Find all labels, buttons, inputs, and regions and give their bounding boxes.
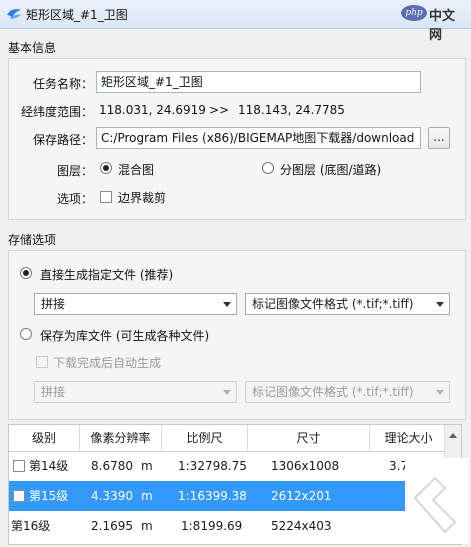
basic-info-section-label: 基本信息 — [8, 41, 57, 55]
clip-label[interactable]: 边界裁剪 — [118, 189, 166, 206]
row-scale: 1:32798.75 — [178, 459, 247, 473]
row-size: 5224x403 — [271, 519, 332, 533]
layer-label: 图层： — [56, 164, 93, 178]
library-mode-value: 拼接 — [41, 385, 66, 399]
range-arrow: >> — [209, 103, 230, 117]
library-mode-select[interactable]: 拼接 — [34, 381, 237, 403]
row-level: 第15级 — [29, 489, 69, 503]
options-label: 选项： — [56, 192, 93, 206]
row-level: 第14级 — [29, 459, 69, 473]
chevron-down-icon — [223, 390, 231, 395]
layer-mixed-radio[interactable] — [100, 162, 112, 174]
row-resolution: 2.1695 — [91, 519, 133, 533]
row-resolution: 8.6780 — [91, 459, 133, 473]
app-logo-icon — [7, 9, 21, 19]
direct-format-select[interactable]: 标记图像文件格式 (*.tif;*.tiff) — [245, 293, 450, 315]
layer-split-radio[interactable] — [262, 162, 274, 174]
library-file-radio[interactable] — [20, 328, 32, 340]
title-bar[interactable]: 矩形区域_#1_卫图 php 中文网 — [0, 0, 471, 43]
row-size: 2612x201 — [271, 489, 332, 503]
task-name-input[interactable]: 矩形区域_#1_卫图 — [96, 71, 421, 93]
watermark: php 中文网 — [401, 3, 463, 43]
chevron-down-icon — [436, 390, 444, 395]
clip-checkbox[interactable] — [100, 191, 112, 203]
column-header-size[interactable]: 尺寸 — [248, 425, 370, 451]
row-scale: 1:16399.38 — [178, 489, 247, 503]
direct-mode-select[interactable]: 拼接 — [34, 293, 237, 315]
table-header: 级别 像素分辨率 比例尺 尺寸 理论大小 — [9, 425, 461, 452]
storage-section-label: 存储选项 — [8, 233, 57, 247]
chevron-down-icon — [223, 302, 231, 307]
column-header-resolution[interactable]: 像素分辨率 — [80, 425, 162, 451]
direct-file-radio[interactable] — [20, 267, 32, 279]
range-label: 经纬度范围： — [20, 105, 93, 119]
row-unit: m — [141, 519, 153, 533]
window-title: 矩形区域_#1_卫图 — [26, 8, 128, 22]
column-header-theory-size[interactable]: 理论大小 — [370, 425, 447, 451]
row-resolution: 4.3390 — [91, 489, 133, 503]
range-to-value: 118.143, 24.7785 — [238, 103, 345, 117]
watermark-mark-icon — [413, 476, 457, 534]
row-unit: m — [141, 489, 153, 503]
auto-generate-label: 下载完成后自动生成 — [53, 356, 162, 370]
table-row-selected[interactable]: 第15级 4.3390 m 1:16399.38 2612x201 — [9, 481, 461, 511]
table-row[interactable]: 第14级 8.6780 m 1:32798.75 1306x1008 3.77 … — [9, 451, 461, 481]
row-size: 1306x1008 — [271, 459, 340, 473]
task-name-label: 任务名称： — [32, 77, 93, 91]
scroll-up-icon[interactable] — [449, 433, 457, 438]
direct-format-value: 标记图像文件格式 (*.tif;*.tiff) — [252, 297, 414, 311]
browse-button[interactable]: ... — [428, 127, 450, 149]
layer-split-label[interactable]: 分图层 (底图/道路) — [280, 161, 381, 178]
library-format-select[interactable]: 标记图像文件格式 (*.tif;*.tiff) — [245, 381, 450, 403]
table-row[interactable]: 第16级 2.1695 m 1:8199.69 5224x403 — [9, 511, 461, 541]
row-checkbox[interactable] — [13, 490, 25, 502]
save-path-label: 保存路径： — [32, 133, 93, 147]
row-unit: m — [141, 459, 153, 473]
column-header-scale[interactable]: 比例尺 — [162, 425, 248, 451]
auto-generate-checkbox[interactable] — [36, 356, 48, 368]
save-path-input[interactable]: C:/Program Files (x86)/BIGEMAP地图下载器/down… — [96, 127, 421, 149]
row-checkbox[interactable] — [13, 460, 25, 472]
library-format-value: 标记图像文件格式 (*.tif;*.tiff) — [252, 385, 414, 399]
chevron-down-icon — [436, 302, 444, 307]
direct-mode-value: 拼接 — [41, 297, 66, 311]
column-header-level[interactable]: 级别 — [9, 425, 80, 451]
watermark-text: 中文网 — [429, 9, 456, 43]
row-scale: 1:8199.69 — [181, 519, 243, 533]
levels-table[interactable]: 级别 像素分辨率 比例尺 尺寸 理论大小 第14级 8.6780 m 1:327… — [8, 424, 462, 545]
direct-file-label[interactable]: 直接生成指定文件 (推荐) — [40, 266, 173, 283]
row-level: 第16级 — [11, 519, 51, 533]
range-from-value: 118.031, 24.6919 — [99, 103, 206, 117]
library-file-label[interactable]: 保存为库文件 (可生成各种文件) — [40, 327, 209, 344]
watermark-overlay — [405, 458, 469, 544]
watermark-logo: php — [401, 5, 427, 21]
layer-mixed-label[interactable]: 混合图 — [118, 161, 154, 178]
